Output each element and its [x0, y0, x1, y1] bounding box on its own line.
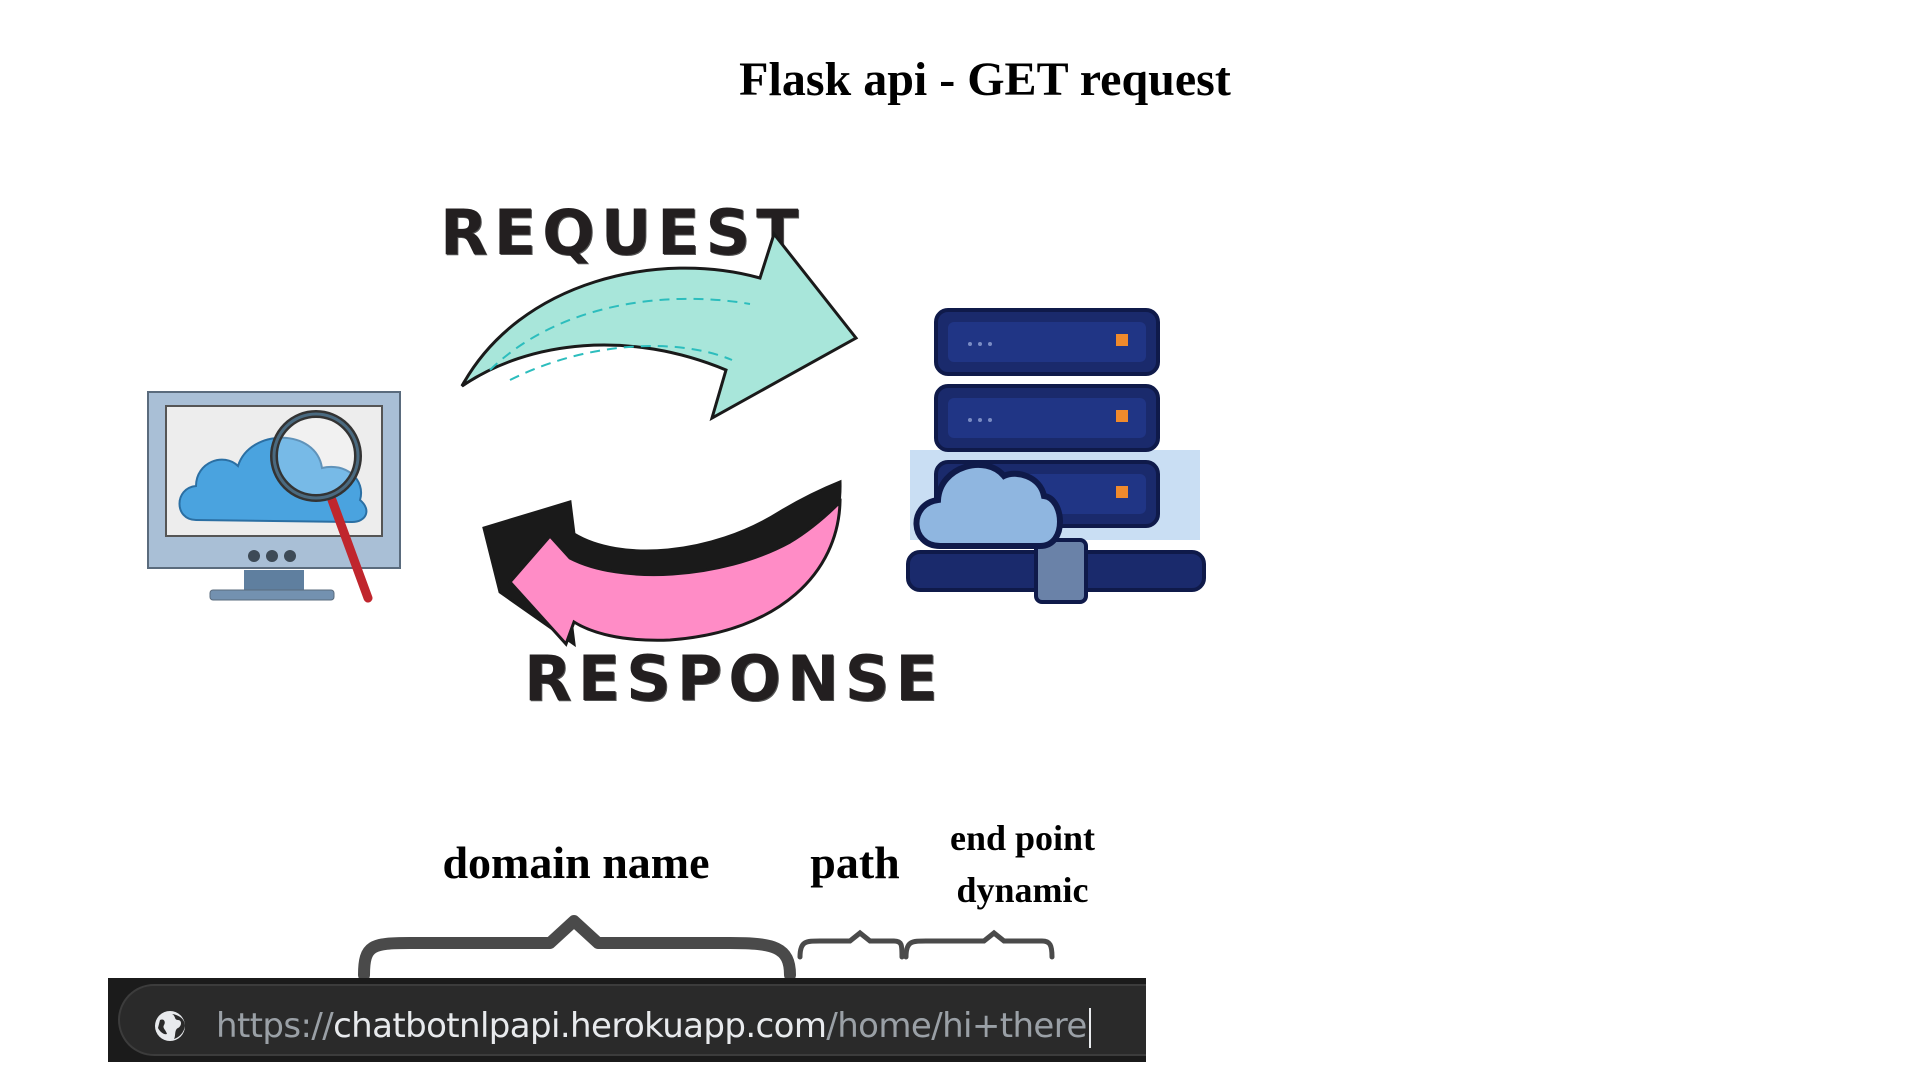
endpoint-brace	[903, 929, 1055, 960]
globe-icon	[155, 1011, 185, 1041]
url-path: /home/hi+there	[826, 1006, 1087, 1046]
url-braces	[358, 915, 1055, 981]
url-text: https://chatbotnlpapi.herokuapp.com/home…	[216, 998, 1091, 1054]
endpoint-label-line1: end point	[949, 818, 1096, 858]
response-label: RESPONSE	[524, 642, 944, 715]
url-domain: chatbotnlpapi.herokuapp.com	[333, 1006, 827, 1046]
page-title: Flask api - GET request	[739, 53, 1231, 106]
domain-brace	[358, 915, 796, 981]
url-scheme: https://	[216, 1006, 334, 1046]
browser-url-bar[interactable]: https://chatbotnlpapi.herokuapp.com/home…	[108, 978, 1146, 1062]
path-label: path	[810, 837, 900, 888]
domain-name-label: domain name	[442, 837, 710, 888]
path-brace	[797, 929, 905, 960]
server-cloud-icon	[906, 308, 1206, 604]
response-arrow-icon	[482, 479, 842, 648]
text-caret	[1088, 1007, 1091, 1048]
computer-cloud-search-icon	[147, 391, 401, 603]
url-input[interactable]: https://chatbotnlpapi.herokuapp.com/home…	[118, 984, 1146, 1056]
request-arrow-icon	[460, 230, 859, 422]
